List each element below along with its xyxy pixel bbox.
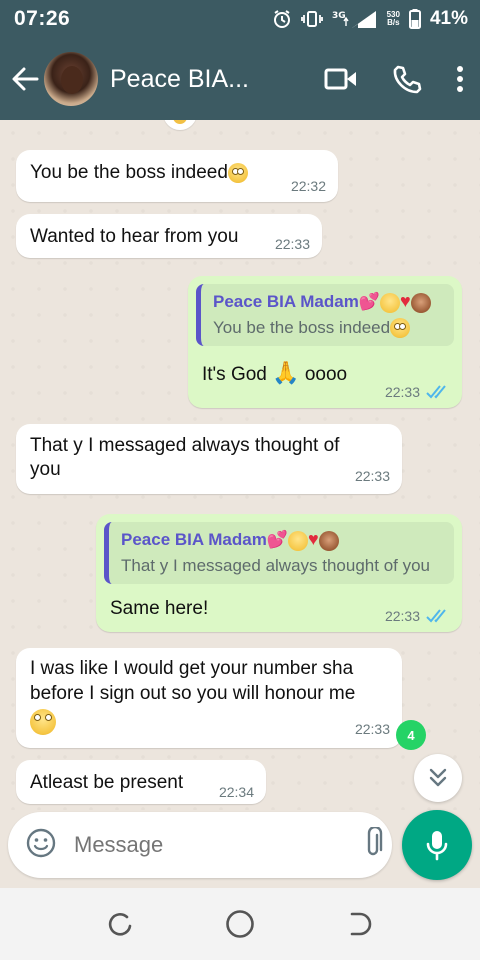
chat-header: Peace BIA...: [0, 38, 480, 120]
voice-record-button[interactable]: [402, 810, 472, 880]
message-outgoing[interactable]: Peace BIA Madam💕 ♥ That y I messaged alwa…: [96, 514, 462, 632]
back-icon[interactable]: [340, 904, 380, 944]
alarm-icon: [272, 9, 292, 29]
kiss-emoji-icon: [380, 292, 400, 313]
heart-emoji-icon: ♥: [308, 529, 319, 549]
system-nav-bar: [0, 888, 480, 960]
quote-text: You be the boss indeed: [213, 318, 442, 339]
two-hearts-emoji-icon: 💕: [358, 292, 380, 311]
back-arrow-icon[interactable]: [8, 62, 42, 96]
microphone-icon: [426, 831, 448, 861]
heart-emoji-icon: ♥: [400, 291, 411, 311]
voice-call-icon[interactable]: [392, 64, 422, 94]
svg-text:3G: 3G: [332, 11, 346, 21]
video-call-icon[interactable]: [324, 67, 358, 91]
message-incoming[interactable]: Wanted to hear from you 22:33: [16, 214, 322, 258]
chat-area[interactable]: You be the boss indeed 22:32 Wanted to h…: [0, 120, 480, 810]
paperclip-icon[interactable]: [362, 825, 384, 864]
recents-icon[interactable]: [100, 904, 140, 944]
message-incoming[interactable]: That y I messaged always thought of you …: [16, 424, 402, 494]
more-options-icon[interactable]: [456, 65, 464, 93]
rolling-eyes-emoji-icon: [227, 162, 248, 183]
home-icon[interactable]: [220, 904, 260, 944]
status-time: 07:26: [14, 7, 71, 30]
see-no-evil-monkey-emoji-icon: [318, 530, 339, 551]
status-icons: 3G 530 B/s 41%: [272, 8, 468, 30]
praying-hands-emoji-icon: 🙏: [272, 360, 300, 386]
message-time: 22:32: [290, 178, 326, 194]
vibrate-icon: [300, 10, 323, 28]
scroll-to-bottom-button[interactable]: [414, 754, 462, 802]
double-chevron-down-icon: [429, 768, 447, 787]
see-no-evil-monkey-emoji-icon: [410, 292, 431, 313]
message-time: 22:33: [385, 384, 450, 402]
two-hearts-emoji-icon: 💕: [266, 530, 288, 549]
message-incoming[interactable]: Atleast be present 22:34: [16, 760, 266, 804]
read-ticks-icon: [426, 385, 450, 402]
compose-bar: [8, 812, 445, 878]
message-time: 22:33: [354, 468, 390, 484]
message-incoming[interactable]: You be the boss indeed 22:32: [16, 150, 338, 202]
message-time: 22:34: [218, 784, 254, 800]
rolling-eyes-emoji-icon: [390, 318, 411, 339]
quote-text: That y I messaged always thought of you: [121, 555, 431, 575]
signal-3g-icon: 3G: [332, 9, 378, 29]
battery-percent: 41%: [429, 8, 468, 29]
message-time: 22:33: [274, 236, 310, 252]
message-time: 22:33: [354, 721, 390, 737]
kiss-emoji-icon: [288, 530, 308, 551]
battery-icon: [408, 9, 421, 29]
message-input[interactable]: [74, 832, 362, 858]
emoji-icon[interactable]: [26, 828, 56, 863]
rolling-eyes-emoji-icon: [30, 709, 56, 735]
message-incoming[interactable]: I was like I would get your number sha b…: [16, 648, 402, 748]
quote-author: Peace BIA Madam💕 ♥: [121, 529, 442, 551]
message-time: 22:33: [385, 608, 450, 626]
partial-emoji-bubble: [163, 120, 197, 130]
message-outgoing[interactable]: Peace BIA Madam💕 ♥ You be the boss indeed…: [188, 276, 462, 408]
quoted-message[interactable]: Peace BIA Madam💕 ♥ That y I messaged alwa…: [104, 522, 454, 584]
contact-name[interactable]: Peace BIA...: [110, 65, 260, 94]
net-speed: 530 B/s: [386, 10, 400, 27]
quote-author: Peace BIA Madam💕 ♥: [213, 291, 442, 313]
status-bar: 07:26 3G 530 B/s 41%: [0, 0, 480, 38]
read-ticks-icon: [426, 609, 450, 626]
unread-count-badge: 4: [396, 720, 426, 750]
contact-avatar[interactable]: [44, 52, 98, 106]
quoted-message[interactable]: Peace BIA Madam💕 ♥ You be the boss indeed: [196, 284, 454, 347]
